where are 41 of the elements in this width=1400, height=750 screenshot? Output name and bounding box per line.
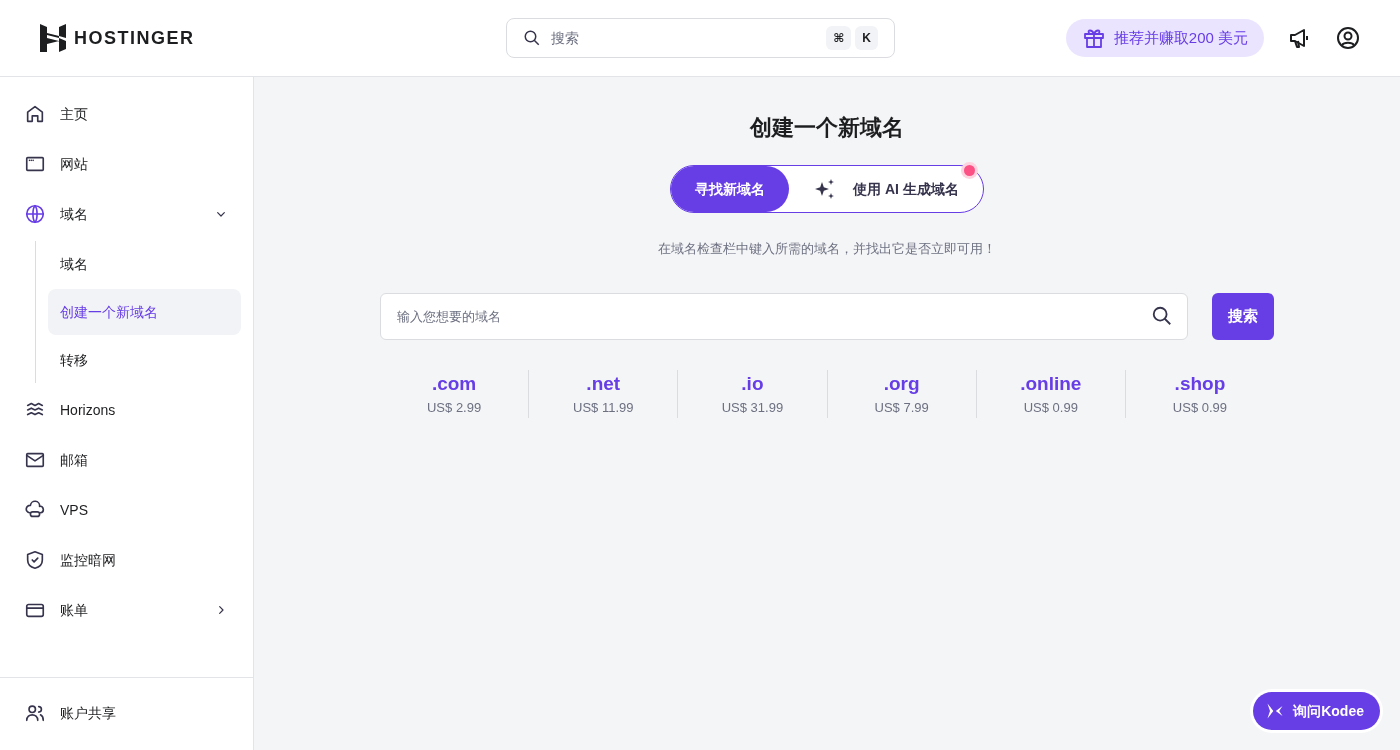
sidebar-item[interactable]: VPS bbox=[0, 485, 253, 535]
sidebar-item[interactable]: 账单 bbox=[0, 585, 253, 635]
tld-name: .online bbox=[1020, 371, 1082, 396]
shortcut-key: ⌘ bbox=[826, 26, 852, 50]
referral-button[interactable]: 推荐并赚取200 美元 bbox=[1065, 19, 1264, 57]
sidebar-subitem[interactable]: 创建一个新域名 bbox=[48, 289, 241, 335]
tld-name: .net bbox=[586, 371, 621, 396]
chat-button[interactable]: 询问Kodee bbox=[1253, 692, 1380, 730]
tld-price: US$ 2.99 bbox=[427, 399, 482, 418]
search-icon bbox=[1151, 305, 1173, 328]
tld-price: US$ 31.99 bbox=[721, 399, 784, 418]
logo-text: HOSTINGER bbox=[74, 26, 195, 50]
sidebar-subitem[interactable]: 域名 bbox=[48, 241, 241, 287]
sidebar-item[interactable]: 监控暗网 bbox=[0, 535, 253, 585]
sidebar-subitem[interactable]: 转移 bbox=[48, 337, 241, 383]
sidebar-item[interactable]: 网站 bbox=[0, 139, 253, 189]
tld-name: .org bbox=[883, 371, 920, 396]
shortcut-key: K bbox=[855, 26, 878, 50]
tld-name: .shop bbox=[1174, 371, 1226, 396]
users-icon bbox=[24, 702, 46, 724]
sidebar-item[interactable]: 邮箱 bbox=[0, 435, 253, 485]
tld-name: .com bbox=[431, 371, 477, 396]
sidebar-item[interactable]: 域名 bbox=[0, 189, 253, 239]
search-icon bbox=[523, 29, 541, 47]
search-button[interactable]: 搜索 bbox=[1212, 292, 1274, 340]
hint-text: 在域名检查栏中键入所需的域名，并找出它是否立即可用！ bbox=[658, 240, 996, 259]
tld-price: US$ 0.99 bbox=[1023, 399, 1078, 418]
tld-name: .io bbox=[741, 371, 764, 396]
tld-price: US$ 7.99 bbox=[874, 399, 929, 418]
tld-price: US$ 11.99 bbox=[573, 399, 634, 418]
search-input[interactable]: 搜索 bbox=[549, 19, 819, 57]
user-avatar-icon[interactable] bbox=[1336, 26, 1360, 50]
sidebar-item[interactable]: 账户共享 bbox=[0, 688, 253, 738]
search-field[interactable]: 搜索 ⌘ K bbox=[506, 18, 895, 58]
mode-tab[interactable]: 寻找新域名 bbox=[671, 166, 790, 213]
sidebar-item[interactable]: 主页 bbox=[0, 89, 253, 139]
sidebar-item[interactable]: Horizons bbox=[0, 385, 253, 435]
logo-icon bbox=[40, 24, 66, 52]
page-title: 创建一个新域名 bbox=[750, 115, 904, 142]
tld-price: US$ 0.99 bbox=[1172, 399, 1228, 418]
mode-tab[interactable]: 使用 AI 生成域名 bbox=[789, 166, 983, 213]
